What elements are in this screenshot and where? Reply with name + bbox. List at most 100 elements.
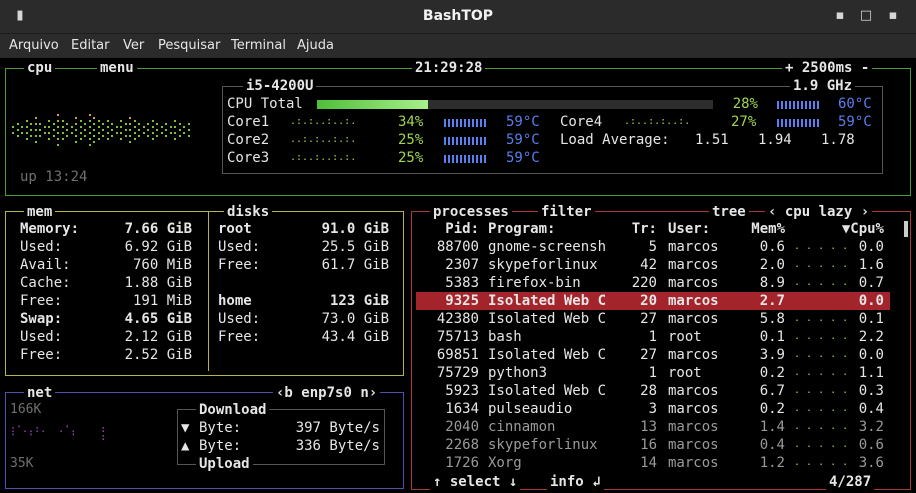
cpu-graph-dot xyxy=(79,126,82,128)
cpu-graph-dot xyxy=(84,123,86,125)
cpu-menu-button[interactable]: menu xyxy=(97,59,137,77)
cpu-graph-dot xyxy=(75,141,77,143)
proc-row[interactable]: 69851 Isolated Web C 27 marcos 3.9 0.0. . . .… xyxy=(416,346,890,364)
proc-cpu-graph: . . . . . xyxy=(794,385,849,396)
update-interval[interactable]: + 2500ms - xyxy=(782,59,873,77)
net-top-scale: 166K xyxy=(10,402,42,417)
proc-header-mem[interactable]: Mem% xyxy=(736,220,785,238)
proc-cpu: 0.0 xyxy=(858,293,884,309)
mem-row-label: Avail: xyxy=(20,257,71,273)
disk-root-total: 91.0 GiB xyxy=(321,221,389,237)
proc-program: Isolated Web C xyxy=(488,383,607,399)
cpu-graph-dot xyxy=(138,129,140,131)
proc-row[interactable]: 75729 python3 1 root 0.2 1.1. . . . . xyxy=(416,364,890,382)
cpu-graph-dot xyxy=(84,129,86,131)
cpu-graph-dot xyxy=(12,132,14,134)
mem-row-label: Used: xyxy=(20,329,63,345)
cpu-graph-dot xyxy=(165,123,167,125)
proc-user: root xyxy=(668,365,702,381)
cpu-graph-dot xyxy=(106,126,109,128)
proc-header-program[interactable]: Program: xyxy=(488,220,555,238)
cpu-graph-dot xyxy=(16,135,19,137)
menu-editar[interactable]: Editar xyxy=(71,34,110,58)
proc-header-tr[interactable]: Tr: xyxy=(614,220,657,238)
proc-box-label: processes xyxy=(430,203,512,221)
cpu-graph-dot xyxy=(151,126,154,128)
core3-pct: 25% xyxy=(398,150,424,166)
proc-scrollbar-thumb[interactable] xyxy=(904,221,908,237)
cpu-total-temp-graph xyxy=(777,101,821,109)
proc-mem: 5.8 xyxy=(759,311,785,327)
proc-mem: 6.7 xyxy=(759,383,785,399)
proc-pid: 5383 xyxy=(445,275,479,291)
proc-threads: 1 xyxy=(648,329,657,345)
proc-cpu-graph: . . . . . xyxy=(794,421,849,432)
cpu-graph-dot xyxy=(48,126,50,128)
proc-program: gnome-screensh xyxy=(488,239,607,255)
proc-pid: 2268 xyxy=(445,437,479,453)
proc-row[interactable]: 42380 Isolated Web C 27 marcos 5.8 0.1. . . .… xyxy=(416,310,890,328)
cpu-graph-dot xyxy=(34,135,37,137)
proc-row[interactable]: 2040 cinnamon 13 marcos 1.4 3.2. . . . . xyxy=(416,418,890,436)
cpu-graph-dot xyxy=(34,129,37,131)
mem-row-label: Free: xyxy=(20,293,63,309)
menu-bar: Arquivo Editar Ver Pesquisar Terminal Aj… xyxy=(0,34,916,58)
net-interface-selector[interactable]: ‹b enp7s0 n› xyxy=(273,384,381,402)
proc-tree-button[interactable]: tree xyxy=(709,203,749,221)
proc-row[interactable]: 1726 Xorg 14 marcos 1.2 3.6. . . . . xyxy=(416,454,890,472)
proc-program: pulseaudio xyxy=(488,401,573,417)
proc-pid: 9325 xyxy=(445,293,479,309)
proc-row[interactable]: 1634 pulseaudio 3 marcos 0.2 0.4. . . . . xyxy=(416,400,890,418)
proc-row[interactable]: 88700 gnome-screensh 5 marcos 0.6 0.0. . . . … xyxy=(416,238,890,256)
proc-header-pid[interactable]: Pid: xyxy=(416,220,479,238)
proc-threads: 13 xyxy=(640,419,657,435)
cpu-graph-dot xyxy=(75,135,77,137)
proc-filter-button[interactable]: filter xyxy=(538,203,595,221)
proc-row[interactable]: 2268 skypeforlinux 16 marcos 0.4 0.6. . . . . xyxy=(416,436,890,454)
mem-row-value: 1.88 GiB xyxy=(124,275,192,291)
core1-graph: .:.:..:..:. xyxy=(290,116,357,127)
proc-user: root xyxy=(668,329,702,345)
menu-arquivo[interactable]: Arquivo xyxy=(9,34,59,58)
cpu-graph-dot xyxy=(97,120,100,122)
proc-mem: 8.9 xyxy=(759,275,785,291)
cpu-graph-dot xyxy=(70,126,73,128)
proc-row[interactable]: 5923 Isolated Web C 28 marcos 6.7 0.3. . . . … xyxy=(416,382,890,400)
net-prev-key[interactable]: ‹b xyxy=(276,385,293,401)
proc-user: marcos xyxy=(668,437,719,453)
cpu-graph-dot xyxy=(25,126,28,128)
minimize-icon[interactable]: ▪ xyxy=(832,8,848,24)
close-icon[interactable]: ▪ xyxy=(885,8,901,24)
download-byte-label: Byte: xyxy=(199,420,242,436)
proc-threads: 27 xyxy=(640,347,657,363)
cpu-graph-dot xyxy=(160,126,163,128)
proc-header-cpu[interactable]: ▼Cpu% xyxy=(826,220,884,238)
cpu-graph-dot xyxy=(30,123,32,125)
proc-mem: 0.2 xyxy=(759,401,785,417)
net-next-key[interactable]: n› xyxy=(360,385,377,401)
menu-pesquisar[interactable]: Pesquisar xyxy=(158,34,220,58)
proc-header-user[interactable]: User: xyxy=(668,220,710,238)
proc-select-control[interactable]: ↑ select ↓ xyxy=(430,473,521,491)
proc-row-selected[interactable]: 9325 Isolated Web C 20 marcos 2.7 0.0 xyxy=(416,292,890,310)
proc-row[interactable]: 5383 firefox-bin 220 marcos 8.9 0.7. . . . . xyxy=(416,274,890,292)
cpu-graph-dot xyxy=(57,132,59,134)
proc-sort-selector[interactable]: ‹ cpu lazy › xyxy=(765,203,873,221)
cpu-graph-dot xyxy=(88,126,91,128)
cpu-graph-dot xyxy=(93,123,95,125)
proc-threads: 16 xyxy=(640,437,657,453)
cpu-graph-dot xyxy=(25,138,28,140)
proc-info-button[interactable]: info ↲ xyxy=(547,473,604,491)
proc-row[interactable]: 2307 skypeforlinux 42 marcos 2.0 1.6. . . . . xyxy=(416,256,890,274)
proc-pid: 2307 xyxy=(445,257,479,273)
menu-terminal[interactable]: Terminal xyxy=(231,34,286,58)
maximize-icon[interactable]: □ xyxy=(858,8,874,24)
menu-ajuda[interactable]: Ajuda xyxy=(297,34,334,58)
proc-row[interactable]: 75713 bash 1 root 0.1 2.2. . . . . xyxy=(416,328,890,346)
cpu-graph-dot xyxy=(174,126,176,128)
menu-ver[interactable]: Ver xyxy=(123,34,144,58)
cpu-graph-dot xyxy=(129,129,131,131)
cpu-clock: 21:29:28 xyxy=(412,59,486,77)
cpu-graph-dot xyxy=(111,135,113,137)
core4-graph: .:..:.:..:. xyxy=(624,116,691,127)
